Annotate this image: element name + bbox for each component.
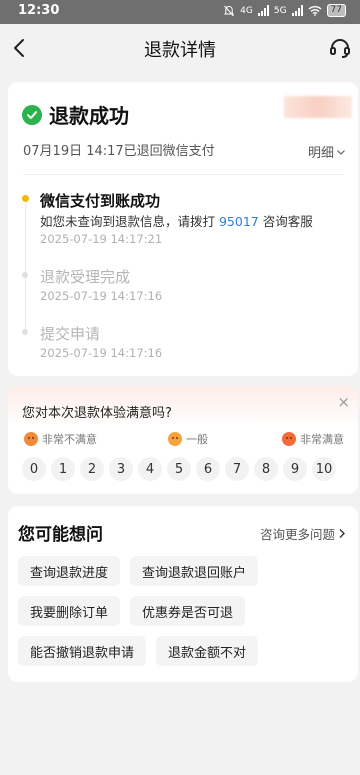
chevron-down-icon xyxy=(337,149,345,155)
mid-label-text: 一般 xyxy=(186,433,208,446)
timeline-title: 退款受理完成 xyxy=(40,268,131,286)
score-option[interactable]: 8 xyxy=(254,457,278,481)
hotline-link[interactable]: 95017 xyxy=(219,214,259,229)
rating-high-label: 非常满意 xyxy=(282,431,344,447)
mute-bell-icon xyxy=(224,5,235,16)
score-option[interactable]: 7 xyxy=(225,457,249,481)
check-circle-icon xyxy=(22,104,42,125)
score-options: 0 1 2 3 4 5 6 7 8 9 10 xyxy=(22,457,336,481)
timeline-time: 2025-07-19 14:17:16 xyxy=(40,346,163,360)
refund-status-subtitle: 07月19日 14:17已退回微信支付 xyxy=(23,144,215,159)
score-option[interactable]: 9 xyxy=(283,457,307,481)
survey-question: 您对本次退款体验满意吗? xyxy=(22,406,172,421)
product-thumbnail[interactable] xyxy=(284,96,352,118)
score-option[interactable]: 1 xyxy=(51,457,75,481)
low-label-text: 非常不满意 xyxy=(42,433,97,446)
timeline-dot-active xyxy=(21,195,29,202)
page-title: 退款详情 xyxy=(144,40,216,61)
refund-status-card: 退款成功 07月19日 14:17已退回微信支付 明细 微信支付到账成功 如您未… xyxy=(8,82,358,376)
happy-face-icon xyxy=(282,432,296,446)
faq-chip[interactable]: 退款金额不对 xyxy=(156,636,259,666)
neutral-face-icon xyxy=(168,432,182,446)
timeline-time: 2025-07-19 14:17:16 xyxy=(40,289,163,303)
score-option[interactable]: 5 xyxy=(167,457,191,481)
faq-chip[interactable]: 我要删除订单 xyxy=(18,596,121,626)
divider xyxy=(23,174,343,175)
faq-chip[interactable]: 查询退款进度 xyxy=(18,556,121,586)
headset-icon xyxy=(330,39,350,58)
battery-icon: 77 xyxy=(326,4,346,17)
timeline-title: 提交申请 xyxy=(40,325,101,343)
timeline-desc: 如您未查询到退款信息，请拨打 95017 咨询客服 xyxy=(40,211,313,230)
detail-link[interactable]: 明细 xyxy=(308,142,346,161)
status-bar: 12:30 4G 5G 77 xyxy=(0,0,360,24)
faq-chip[interactable]: 能否撤销退款申请 xyxy=(18,636,147,666)
timeline-line xyxy=(25,204,26,334)
network-type-label-2: 5G xyxy=(273,5,287,16)
faq-chip[interactable]: 查询退款退回账户 xyxy=(130,556,259,586)
detail-label: 明细 xyxy=(307,146,334,161)
customer-service-button[interactable] xyxy=(328,36,352,60)
chevron-right-icon xyxy=(339,529,345,538)
refund-status-title: 退款成功 xyxy=(49,104,129,128)
nav-bar: 退款详情 xyxy=(0,24,360,72)
more-questions-link[interactable]: 咨询更多问题 xyxy=(260,524,346,543)
score-option[interactable]: 3 xyxy=(109,457,133,481)
timeline-dot xyxy=(22,329,28,335)
network-type-label: 4G xyxy=(240,5,253,16)
satisfaction-survey-card: 您对本次退款体验满意吗? × 非常不满意 一般 非常满意 0 1 2 3 4 5… xyxy=(8,386,358,494)
high-label-text: 非常满意 xyxy=(300,433,344,446)
close-icon[interactable]: × xyxy=(337,393,350,411)
timeline-dot xyxy=(22,272,28,278)
faq-chip[interactable]: 优惠券是否可退 xyxy=(130,596,246,626)
status-icons: 4G 5G 77 xyxy=(223,4,346,17)
more-questions-label: 咨询更多问题 xyxy=(259,527,335,542)
status-header: 退款成功 xyxy=(22,100,129,129)
desc-suffix: 咨询客服 xyxy=(258,214,313,229)
signal-icon xyxy=(257,5,269,16)
faq-card: 您可能想问 咨询更多问题 查询退款进度 查询退款退回账户 我要删除订单 优惠券是… xyxy=(8,506,358,682)
faq-title: 您可能想问 xyxy=(18,525,103,545)
score-option[interactable]: 6 xyxy=(196,457,220,481)
score-option[interactable]: 2 xyxy=(80,457,104,481)
score-option[interactable]: 0 xyxy=(22,457,46,481)
rating-low-label: 非常不满意 xyxy=(24,431,97,447)
score-option[interactable]: 4 xyxy=(138,457,162,481)
desc-prefix: 如您未查询到退款信息，请拨打 xyxy=(40,214,219,229)
signal-icon-2 xyxy=(291,5,303,16)
wifi-icon xyxy=(308,6,322,16)
unhappy-face-icon xyxy=(24,432,38,446)
rating-mid-label: 一般 xyxy=(168,431,208,447)
score-option[interactable]: 10 xyxy=(312,457,336,481)
status-time: 12:30 xyxy=(18,3,60,18)
timeline-title: 微信支付到账成功 xyxy=(40,192,161,210)
timeline-time: 2025-07-19 14:17:21 xyxy=(40,232,163,246)
